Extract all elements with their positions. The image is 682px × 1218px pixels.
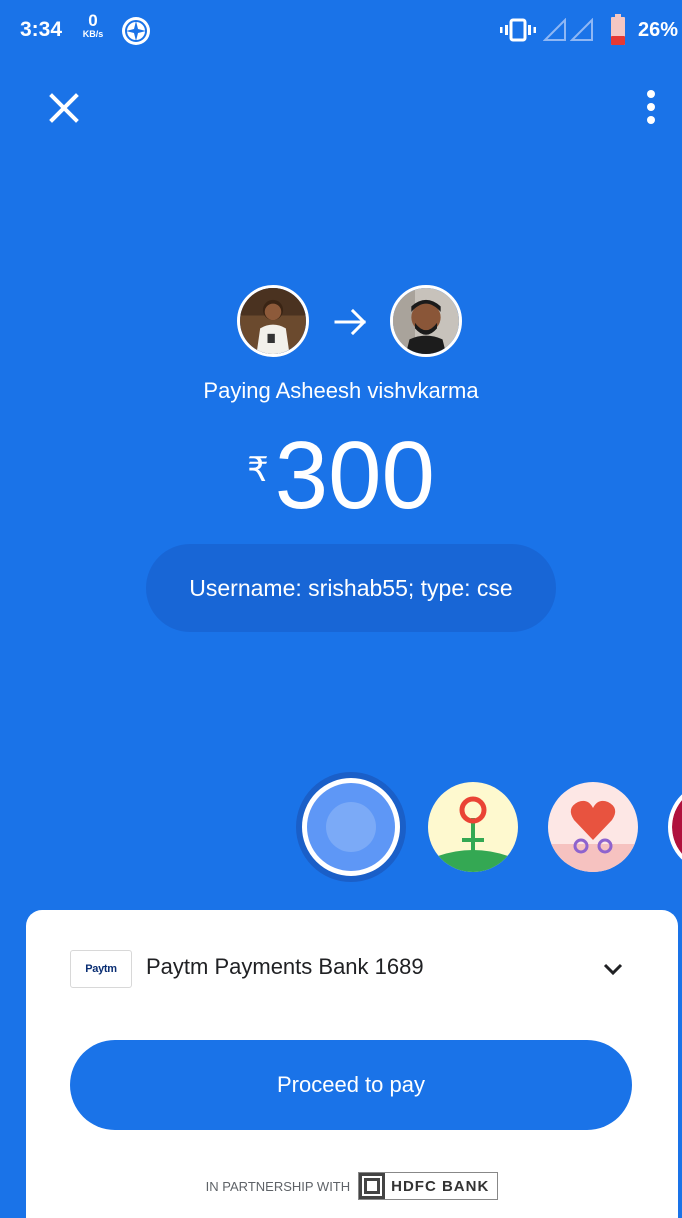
paying-label: Paying Asheesh vishvkarma [203, 378, 479, 403]
payer-avatar [237, 285, 309, 357]
payment-screen: 3:34 0 KB/s 26% Paying Asheesh vishvkarm… [0, 0, 682, 1218]
payee-avatar [390, 285, 462, 357]
partner-label: IN PARTNERSHIP WITH [205, 1178, 351, 1194]
network-speed-unit: KB/s [82, 29, 104, 39]
theme-option-heart[interactable] [548, 782, 638, 872]
theme-more-swatch [672, 786, 682, 868]
network-speed: 0 KB/s [76, 12, 110, 39]
battery-percent: 26% [638, 19, 679, 41]
arrow-right-icon [334, 308, 367, 336]
flower-icon [438, 796, 508, 872]
payment-note[interactable]: Username: srishab55; type: cse [146, 544, 556, 632]
signal-icon [543, 18, 566, 41]
partner-footer: IN PARTNERSHIP WITH HDFC BANK [26, 1172, 678, 1200]
battery-icon [611, 14, 625, 45]
payment-sheet: Paytm Paytm Payments Bank 1689 Proceed t… [26, 910, 678, 1218]
paytm-logo-text: Paytm [85, 963, 117, 975]
theme-option-flower[interactable] [428, 782, 518, 872]
app-notification-icon [122, 17, 150, 45]
chevron-down-icon[interactable] [600, 956, 626, 982]
vibrate-icon [500, 18, 536, 42]
signal-icon [570, 18, 593, 41]
hdfc-logo: HDFC BANK [358, 1172, 499, 1200]
more-vert-icon[interactable] [636, 86, 666, 130]
status-bar: 3:34 0 KB/s 26% [0, 0, 682, 60]
theme-option-default[interactable] [302, 778, 400, 876]
paytm-logo: Paytm [70, 950, 132, 988]
close-icon[interactable] [44, 88, 84, 128]
heart-icon [548, 800, 638, 872]
hdfc-logo-mark [359, 1173, 386, 1199]
currency-symbol: ₹ [247, 451, 269, 489]
status-time: 3:34 [20, 18, 63, 41]
amount-value: 300 [274, 422, 435, 529]
amount-display[interactable]: ₹300 [0, 420, 682, 532]
proceed-to-pay-button[interactable]: Proceed to pay [70, 1040, 632, 1130]
hdfc-logo-text: HDFC BANK [391, 1177, 490, 1195]
bank-account-name: Paytm Payments Bank 1689 [146, 954, 424, 979]
bank-account-selector[interactable]: Paytm Paytm Payments Bank 1689 [26, 910, 678, 1026]
network-speed-value: 0 [88, 11, 98, 30]
theme-option-more[interactable] [668, 782, 682, 872]
theme-default-dot [326, 802, 376, 852]
